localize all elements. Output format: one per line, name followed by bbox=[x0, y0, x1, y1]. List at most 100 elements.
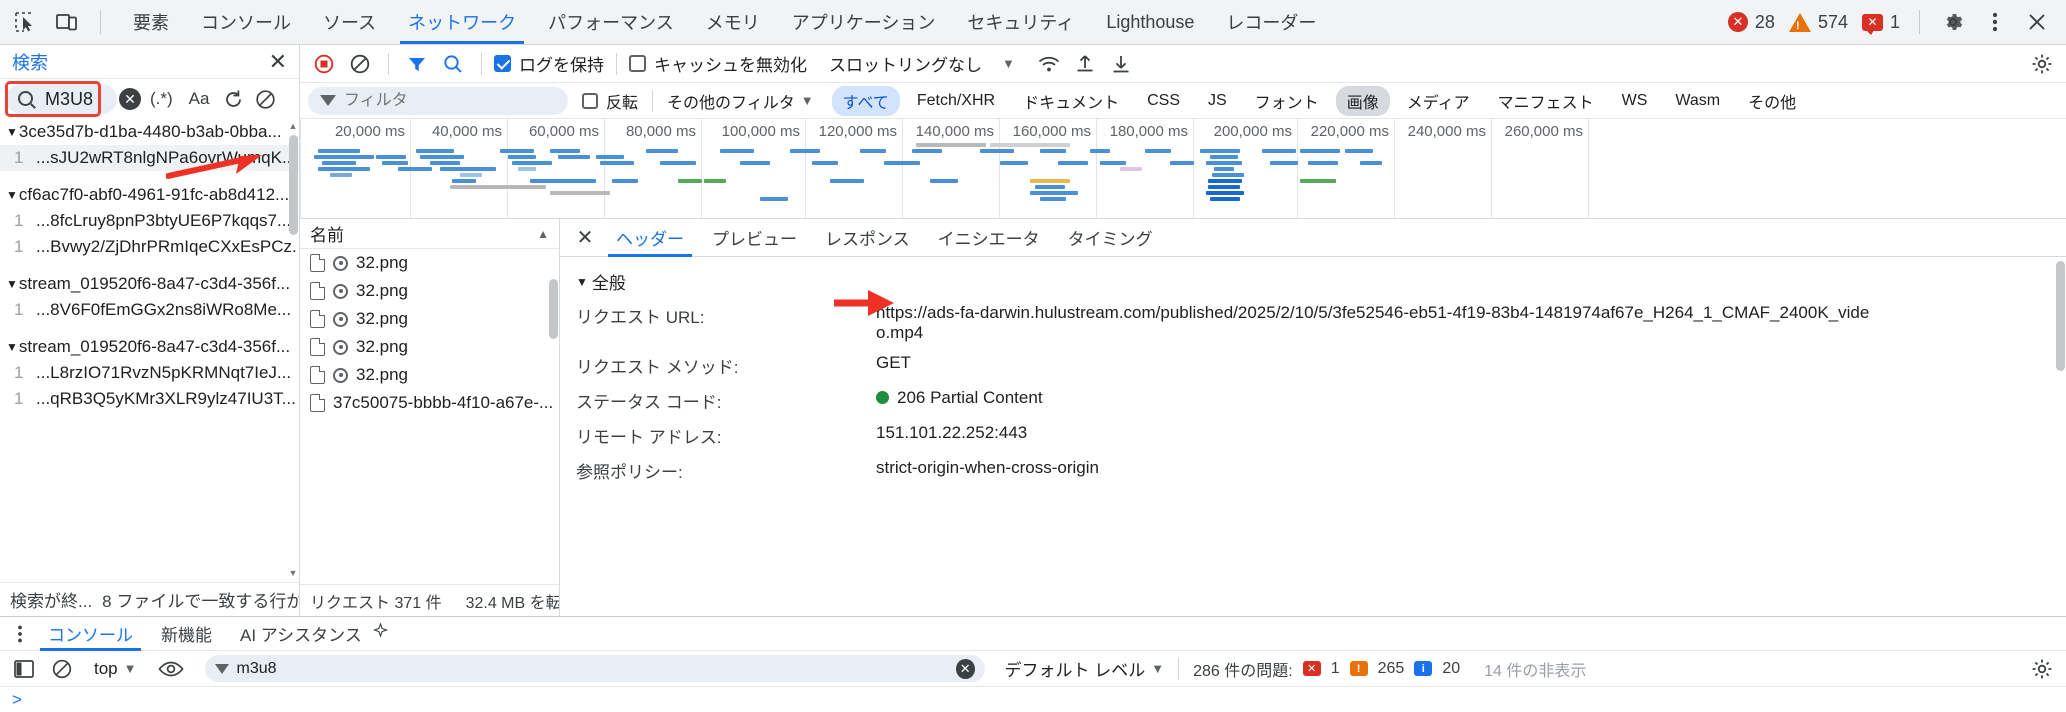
clear-console-icon[interactable] bbox=[46, 654, 78, 684]
search-result-line[interactable]: 1 ...8fcLruy8pnP3btyUE6P7kqqs7... bbox=[0, 208, 299, 234]
console-prompt[interactable]: > bbox=[0, 687, 2066, 712]
scroll-down-arrow[interactable]: ▼ bbox=[287, 568, 299, 580]
more-filters-dropdown[interactable]: その他のフィルタ ▼ bbox=[667, 89, 814, 113]
message-count[interactable]: ✕ 1 bbox=[1857, 12, 1905, 35]
import-har-icon[interactable] bbox=[1069, 49, 1101, 79]
scrollbar-thumb[interactable] bbox=[289, 135, 298, 235]
tab-initiator[interactable]: イニシエータ bbox=[924, 219, 1054, 257]
invert-checkbox[interactable]: 反転 bbox=[582, 89, 638, 113]
tab-lighthouse[interactable]: Lighthouse bbox=[1090, 0, 1210, 44]
tab-security[interactable]: セキュリティ bbox=[951, 0, 1090, 44]
gear-icon[interactable] bbox=[2026, 654, 2058, 684]
regex-toggle[interactable]: (.*) bbox=[143, 84, 180, 114]
type-filter-all[interactable]: すべて bbox=[831, 85, 900, 116]
search-input-wrap[interactable] bbox=[6, 84, 117, 114]
search-result-line[interactable]: 1 ...sJU2wRT8nlgNPa6ovrWumqK... bbox=[0, 145, 299, 171]
type-filter-image[interactable]: 画像 bbox=[1335, 85, 1390, 116]
search-result-line[interactable]: 1 ...8V6F0fEmGGx2ns8iWRo8Me... bbox=[0, 297, 299, 323]
search-result-line[interactable]: 1 ...qRB3Q5yKMr3XLR9ylz47IU3T... bbox=[0, 386, 299, 412]
wifi-icon[interactable] bbox=[1033, 49, 1065, 79]
table-row[interactable]: 32.png bbox=[300, 249, 559, 277]
export-har-icon[interactable] bbox=[1105, 49, 1137, 79]
tab-console[interactable]: コンソール bbox=[185, 0, 307, 44]
tab-timing[interactable]: タイミング bbox=[1054, 219, 1167, 257]
search-result-line[interactable]: 1 ...L8rzIO71RvzN5pKRMNqt7IeJ... bbox=[0, 360, 299, 386]
request-list-scrollbar[interactable] bbox=[547, 249, 559, 584]
tab-sources[interactable]: ソース bbox=[307, 0, 392, 44]
drawer-tab-console[interactable]: コンソール bbox=[34, 617, 147, 651]
request-list-header[interactable]: 名前 ▲ bbox=[300, 219, 559, 249]
close-icon[interactable]: ✕ bbox=[269, 50, 287, 73]
type-filter-manifest[interactable]: マニフェスト bbox=[1487, 86, 1605, 116]
preserve-log-checkbox[interactable]: ログを保持 bbox=[494, 51, 604, 76]
search-input[interactable] bbox=[45, 88, 107, 110]
tab-headers[interactable]: ヘッダー bbox=[602, 219, 698, 257]
field-value[interactable]: https://ads-fa-darwin.hulustream.com/pub… bbox=[876, 303, 1876, 343]
clear-icon[interactable]: ✕ bbox=[119, 88, 141, 110]
tab-recorder[interactable]: レコーダー bbox=[1210, 0, 1332, 44]
clear-icon[interactable]: ✕ bbox=[955, 658, 975, 679]
type-filter-font[interactable]: フォント bbox=[1244, 86, 1330, 116]
record-button[interactable] bbox=[308, 49, 340, 79]
type-filter-wasm[interactable]: Wasm bbox=[1664, 89, 1731, 113]
search-result-group[interactable]: ▼ stream_019520f6-8a47-c3d4-356f... bbox=[0, 334, 299, 360]
type-filter-other[interactable]: その他 bbox=[1737, 86, 1807, 116]
execution-context-select[interactable]: top ▼ bbox=[94, 659, 137, 679]
search-icon[interactable] bbox=[437, 49, 469, 79]
more-options-icon[interactable] bbox=[1976, 5, 2014, 39]
tab-application[interactable]: アプリケーション bbox=[776, 0, 952, 44]
type-filter-media[interactable]: メディア bbox=[1396, 86, 1481, 116]
tab-elements[interactable]: 要素 bbox=[117, 0, 185, 44]
type-filter-js[interactable]: JS bbox=[1197, 89, 1238, 113]
error-count[interactable]: ✕ 28 bbox=[1723, 12, 1780, 33]
log-level-select[interactable]: デフォルト レベル ▼ bbox=[1005, 656, 1165, 681]
drawer-tab-ai-assistance[interactable]: AI アシスタンス bbox=[226, 617, 403, 651]
inspect-icon[interactable] bbox=[6, 5, 44, 39]
tab-preview[interactable]: プレビュー bbox=[698, 219, 811, 257]
device-toggle-icon[interactable] bbox=[48, 5, 86, 39]
type-filter-css[interactable]: CSS bbox=[1136, 89, 1191, 113]
details-scrollbar[interactable] bbox=[2054, 257, 2066, 616]
search-result-group[interactable]: ▼ cf6ac7f0-abf0-4961-91fc-ab8d412... bbox=[0, 182, 299, 208]
clear-button[interactable] bbox=[344, 49, 376, 79]
close-icon[interactable]: ✕ bbox=[568, 223, 602, 253]
gear-icon[interactable] bbox=[1934, 5, 1972, 39]
scrollbar-thumb[interactable] bbox=[2056, 261, 2065, 371]
network-overview[interactable]: 20,000 ms 40,000 ms 60,000 ms 80,000 ms … bbox=[300, 119, 2066, 219]
eye-icon[interactable] bbox=[155, 654, 187, 684]
issues-summary[interactable]: 286 件の問題: ✕ 1 ! 265 i 20 bbox=[1193, 657, 1460, 681]
match-case-toggle[interactable]: Aa bbox=[182, 84, 217, 114]
table-row[interactable]: 32.png bbox=[300, 333, 559, 361]
tab-network[interactable]: ネットワーク bbox=[392, 0, 532, 44]
type-filter-fetch-xhr[interactable]: Fetch/XHR bbox=[906, 89, 1006, 113]
dock-side-icon[interactable] bbox=[8, 654, 40, 684]
scrollbar-thumb[interactable] bbox=[549, 279, 558, 339]
tab-memory[interactable]: メモリ bbox=[690, 0, 776, 44]
console-filter-wrap[interactable]: ✕ bbox=[204, 655, 985, 682]
filter-input[interactable] bbox=[344, 91, 556, 110]
general-section-header[interactable]: ▼ 全般 bbox=[560, 265, 2066, 298]
tab-response[interactable]: レスポンス bbox=[811, 219, 924, 257]
chevron-down-icon[interactable]: ▼ bbox=[1002, 56, 1015, 71]
search-result-group[interactable]: ▼ 3ce35d7b-d1ba-4480-b3ab-0bba... bbox=[0, 119, 299, 145]
warning-count[interactable]: ! 574 bbox=[1784, 12, 1853, 33]
search-results-scrollbar[interactable]: ▲ ▼ bbox=[287, 119, 299, 582]
refresh-icon[interactable] bbox=[218, 84, 248, 114]
table-row[interactable]: 32.png bbox=[300, 305, 559, 333]
close-devtools-icon[interactable] bbox=[2018, 5, 2056, 39]
filter-input-wrap[interactable] bbox=[308, 86, 568, 115]
drawer-tab-whats-new[interactable]: 新機能 bbox=[147, 617, 226, 651]
console-filter-input[interactable] bbox=[236, 659, 948, 678]
search-result-line[interactable]: 1 ...Bvwy2/ZjDhrPRmIqeCXxEsPCz... bbox=[0, 234, 299, 260]
clear-results-icon[interactable] bbox=[250, 84, 280, 114]
search-result-group[interactable]: ▼ stream_019520f6-8a47-c3d4-356f... bbox=[0, 271, 299, 297]
table-row[interactable]: 32.png bbox=[300, 361, 559, 389]
table-row[interactable]: 37c50075-bbbb-4f10-a67e-... bbox=[300, 389, 559, 417]
more-options-icon[interactable] bbox=[6, 620, 34, 648]
type-filter-doc[interactable]: ドキュメント bbox=[1012, 86, 1130, 116]
disable-cache-checkbox[interactable]: キャッシュを無効化 bbox=[629, 51, 807, 76]
filter-icon[interactable] bbox=[401, 49, 433, 79]
type-filter-ws[interactable]: WS bbox=[1611, 89, 1659, 113]
table-row[interactable]: 32.png bbox=[300, 277, 559, 305]
gear-icon[interactable] bbox=[2026, 49, 2058, 79]
